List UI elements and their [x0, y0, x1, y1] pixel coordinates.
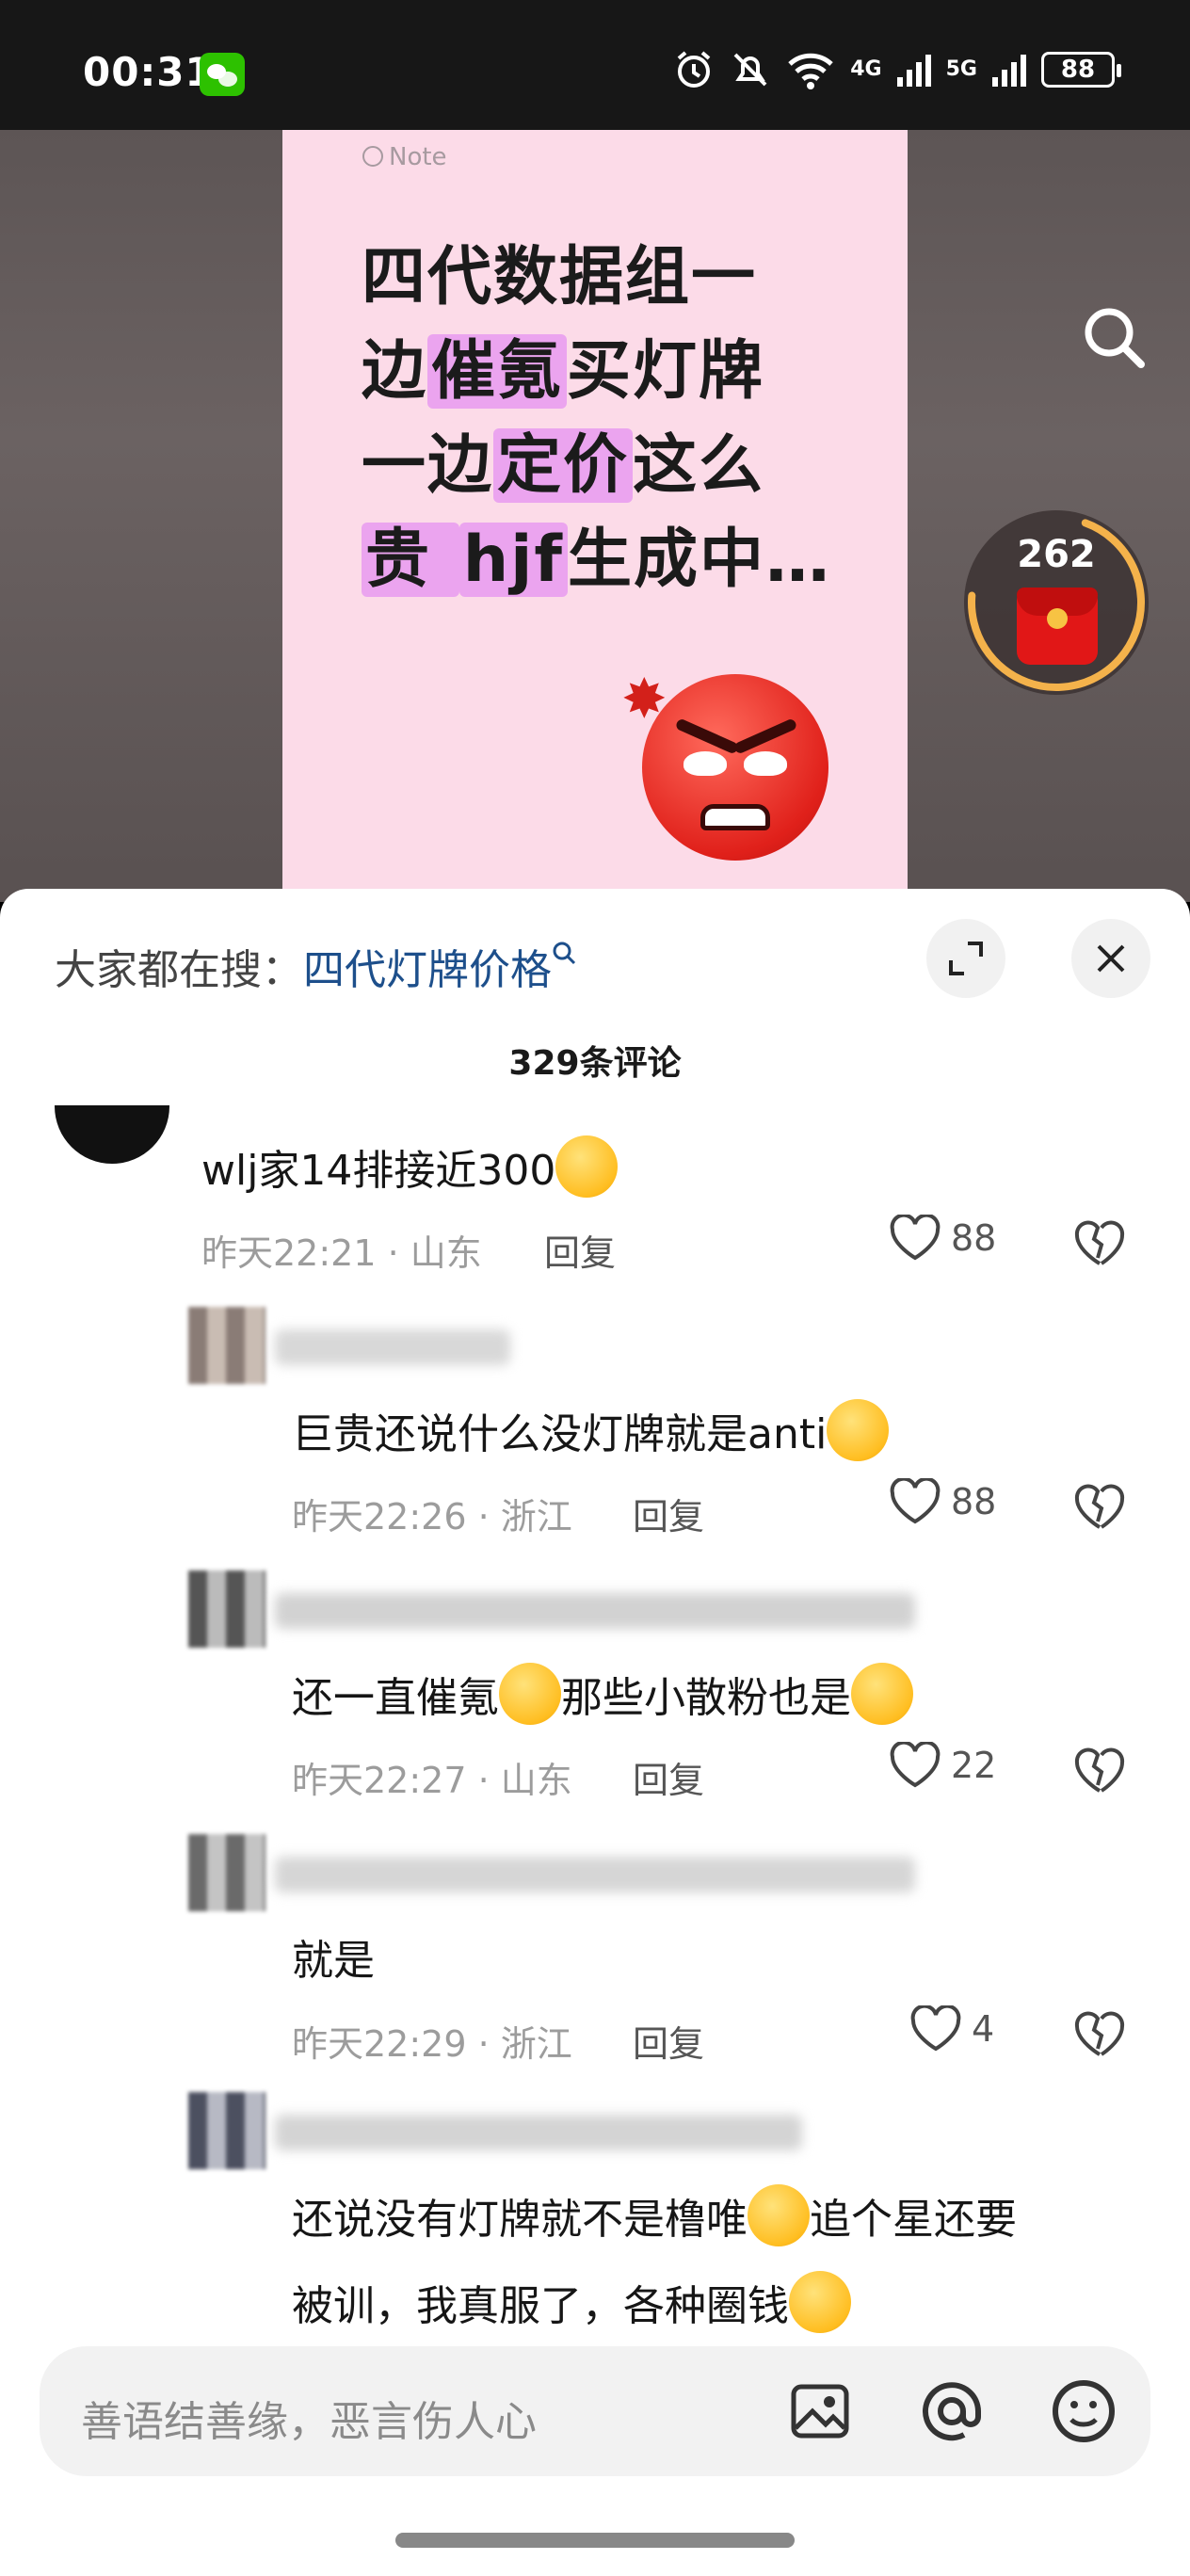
like-button[interactable]: 22: [889, 1742, 996, 1789]
angry-face-emoji: [642, 674, 828, 861]
like-count: 4: [972, 2008, 995, 2050]
avatar[interactable]: [188, 2092, 265, 2169]
emoji-button[interactable]: [1047, 2375, 1120, 2448]
reply-button[interactable]: 回复: [544, 1224, 616, 1276]
avatar[interactable]: [188, 1570, 265, 1648]
red-packet-count: 262: [1017, 533, 1096, 576]
mute-bell-icon: [733, 53, 767, 87]
blurred-username: [275, 1329, 510, 1365]
at-icon: [923, 2382, 981, 2441]
wifi-icon: [788, 53, 833, 89]
wechat-icon: [200, 53, 245, 96]
signal-5g-icon: [992, 53, 1026, 87]
note-line-3: 一边定价这么: [362, 412, 764, 506]
comment-count: 329条评论: [508, 1044, 682, 1083]
blurred-username: [275, 1857, 915, 1892]
avatar[interactable]: [188, 1834, 265, 1911]
close-icon: [1097, 944, 1125, 973]
like-button[interactable]: 4: [909, 2005, 994, 2053]
note-text: 这么: [633, 428, 765, 503]
comment-sheet: 大家都在搜：四代灯牌价格 329条评论 wlj家14排接近300 昨天22:21…: [0, 889, 1190, 2576]
note-label: Note: [362, 143, 447, 171]
comment-text: 就是: [292, 1937, 375, 1985]
reply-button[interactable]: 回复: [633, 1488, 704, 1539]
blurred-username: [275, 1593, 915, 1629]
image-button[interactable]: [783, 2375, 857, 2448]
note-highlight: 定价: [493, 428, 634, 503]
dislike-icon[interactable]: [1073, 1746, 1126, 1795]
home-indicator[interactable]: [395, 2533, 795, 2548]
heart-icon: [910, 2005, 961, 2052]
note-text: 生成中…: [568, 523, 832, 597]
avatar[interactable]: [188, 1307, 265, 1384]
anger-symbol-icon: ✸: [621, 667, 667, 731]
grimacing-emoji-icon: [748, 2184, 810, 2246]
search-suggestion-keyword[interactable]: 四代灯牌价格: [303, 946, 552, 994]
crying-emoji-icon: [499, 1663, 561, 1725]
note-highlight: hjf: [458, 523, 568, 597]
like-count: 88: [951, 1217, 997, 1259]
note-text: 买灯牌: [567, 334, 765, 409]
search-icon[interactable]: [1081, 304, 1147, 370]
comment-input-bar[interactable]: 善语结善缘，恶言伤人心: [40, 2346, 1150, 2476]
video-player[interactable]: Note 四代数据组一 边催氪买灯牌 一边定价这么 贵 hjf生成中… ✸ 26…: [0, 130, 1190, 902]
battery-icon: 88: [1041, 52, 1121, 88]
comment-text: wlj家14排接近300: [201, 1135, 619, 1198]
note-highlight: 贵: [362, 523, 459, 597]
like-count: 22: [951, 1745, 997, 1786]
red-packet-widget[interactable]: 262: [964, 510, 1149, 695]
network-4g-label: 4G: [850, 57, 882, 81]
laughing-emoji-icon: [827, 1399, 890, 1461]
crying-emoji-icon: [851, 1663, 913, 1725]
note-line-4: 贵 hjf生成中…: [362, 507, 831, 600]
reply-button[interactable]: 回复: [633, 2015, 704, 2067]
status-bar: 00:31 4G 5G 88: [0, 0, 1190, 130]
comment-text: 还一直催氪 那些小散粉也是: [292, 1663, 913, 1725]
note-line-1: 四代数据组一: [362, 224, 757, 317]
reply-button[interactable]: 回复: [633, 1751, 704, 1803]
small-search-icon: [553, 942, 576, 965]
red-envelope-icon: [1017, 588, 1098, 665]
crying-emoji-icon: [555, 1135, 619, 1198]
smiling-emoji-icon: [789, 2271, 851, 2333]
image-icon: [791, 2384, 849, 2439]
close-button[interactable]: [1071, 919, 1150, 998]
note-highlight: 催氪: [427, 334, 568, 409]
note-card: Note 四代数据组一 边催氪买灯牌 一边定价这么 贵 hjf生成中… ✸: [282, 130, 908, 902]
avatar[interactable]: [55, 1105, 169, 1164]
expand-icon: [949, 942, 983, 975]
comment-text: 巨贵还说什么没灯牌就是anti: [292, 1399, 890, 1461]
like-button[interactable]: 88: [889, 1215, 996, 1262]
note-line-2: 边催氪买灯牌: [362, 318, 764, 411]
dislike-icon[interactable]: [1073, 2009, 1126, 2058]
smiley-icon: [1053, 2380, 1115, 2442]
heart-icon: [890, 1478, 941, 1524]
signal-4g-icon: [896, 53, 931, 87]
comment-meta: 昨天22:27 · 山东: [292, 1760, 572, 1801]
like-count: 88: [951, 1481, 997, 1522]
note-text: 四代数据组一: [362, 240, 758, 314]
expand-button[interactable]: [926, 919, 1005, 998]
alarm-icon: [677, 51, 711, 88]
dislike-icon[interactable]: [1073, 1482, 1126, 1531]
heart-icon: [890, 1215, 941, 1261]
search-suggestion[interactable]: 大家都在搜：四代灯牌价格: [55, 936, 578, 996]
dislike-icon[interactable]: [1073, 1218, 1126, 1267]
note-text: 一边: [362, 428, 494, 503]
status-icons: 4G 5G 88: [673, 49, 1121, 90]
comment-text-line2: 被训，我真服了，各种圈钱: [292, 2271, 851, 2333]
comment-meta: 昨天22:29 · 浙江: [292, 2023, 572, 2065]
search-suggestion-prefix: 大家都在搜：: [55, 946, 303, 994]
mention-button[interactable]: [915, 2375, 989, 2448]
like-button[interactable]: 88: [889, 1478, 996, 1525]
note-text: 边: [362, 334, 428, 409]
network-5g-label: 5G: [945, 57, 977, 81]
comment-meta: 昨天22:21 · 山东: [201, 1232, 482, 1274]
comment-text: 还说没有灯牌就不是橹唯 追个星还要: [292, 2184, 1017, 2246]
status-time: 00:31: [83, 49, 214, 95]
comment-input-placeholder[interactable]: 善语结善缘，恶言伤人心: [81, 2388, 537, 2448]
comment-meta: 昨天22:26 · 浙江: [292, 1496, 572, 1538]
heart-icon: [890, 1742, 941, 1788]
blurred-username: [275, 2115, 802, 2150]
